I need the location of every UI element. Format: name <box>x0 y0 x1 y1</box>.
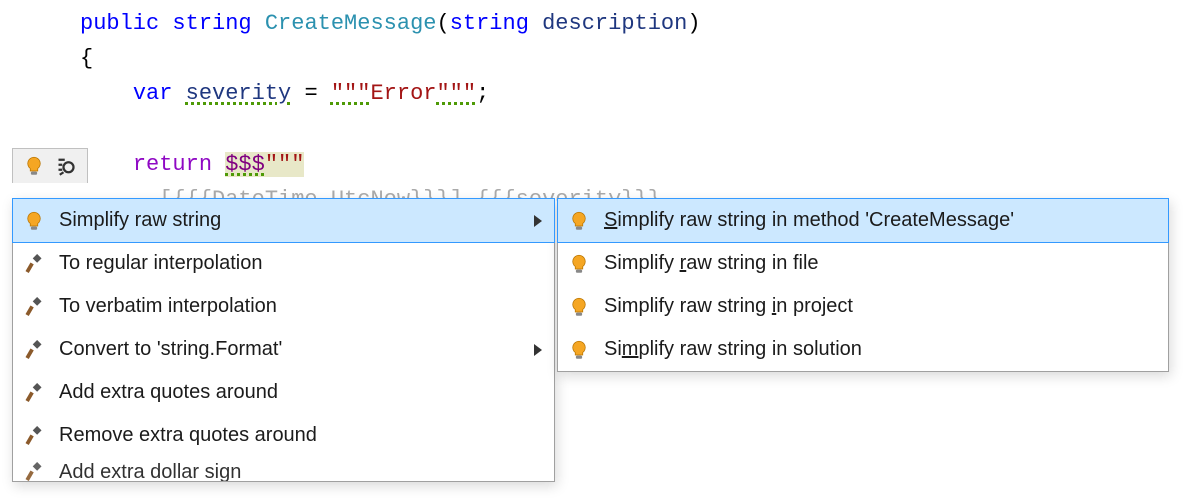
submenu-item-3[interactable]: Simplify raw string in solution <box>558 328 1168 371</box>
keyword-return: return <box>133 152 212 177</box>
bulb-icon <box>568 210 590 232</box>
raw-string-open: """ <box>265 152 305 177</box>
var-severity: severity <box>186 81 292 106</box>
paren-open: ( <box>436 11 449 36</box>
brace-open: { <box>80 46 93 71</box>
inspect-icon <box>55 155 77 177</box>
quickfix-indicator-tab[interactable] <box>12 148 88 183</box>
code-editor[interactable]: public string CreateMessage(string descr… <box>0 0 1200 217</box>
menu-item-label: Simplify raw string <box>59 209 221 232</box>
lightbulb-icon <box>23 155 45 177</box>
hammer-icon <box>23 253 45 275</box>
menu-item-remove-extra-quotes-around[interactable]: Remove extra quotes around <box>13 414 554 457</box>
menu-item-to-regular-interpolation[interactable]: To regular interpolation <box>13 242 554 285</box>
menu-item-label: Remove extra quotes around <box>59 424 317 447</box>
semicolon: ; <box>476 81 489 106</box>
string-close-quotes: """ <box>436 81 476 106</box>
hammer-icon <box>23 382 45 404</box>
interpolation-dollars: $$$ <box>225 152 265 177</box>
menu-item-convert-to-string-format[interactable]: Convert to 'string.Format' <box>13 328 554 371</box>
menu-item-label: Add extra quotes around <box>59 381 278 404</box>
bulb-icon <box>568 339 590 361</box>
method-name: CreateMessage <box>265 11 437 36</box>
submenu-item-label: Simplify raw string in method 'CreateMes… <box>604 209 1014 232</box>
bulb-icon <box>23 210 45 232</box>
submenu-item-label: Simplify raw string in file <box>604 252 819 275</box>
menu-item-label: Add extra dollar sign <box>59 461 241 482</box>
param-type: string <box>450 11 529 36</box>
submenu-item-1[interactable]: Simplify raw string in file <box>558 242 1168 285</box>
menu-item-label: To regular interpolation <box>59 252 262 275</box>
submenu-arrow-icon <box>534 215 542 227</box>
equals: = <box>291 81 331 106</box>
submenu-arrow-icon <box>534 344 542 356</box>
string-body: Error <box>370 81 436 106</box>
quickfix-submenu: Simplify raw string in method 'CreateMes… <box>557 198 1169 372</box>
submenu-item-0[interactable]: Simplify raw string in method 'CreateMes… <box>557 198 1169 243</box>
submenu-item-label: Simplify raw string in solution <box>604 338 862 361</box>
keyword-public: public <box>80 11 159 36</box>
string-open-quotes: """ <box>331 81 371 106</box>
menu-item-to-verbatim-interpolation[interactable]: To verbatim interpolation <box>13 285 554 328</box>
bulb-icon <box>568 253 590 275</box>
param-name: description <box>542 11 687 36</box>
paren-close: ) <box>687 11 700 36</box>
hammer-icon <box>23 425 45 447</box>
bulb-icon <box>568 296 590 318</box>
hammer-icon <box>23 461 45 481</box>
hammer-icon <box>23 339 45 361</box>
quickfix-menu: Simplify raw string To regular interpolat… <box>12 198 555 482</box>
menu-item-add-extra-dollar-sign[interactable]: Add extra dollar sign <box>13 457 554 481</box>
menu-item-label: To verbatim interpolation <box>59 295 277 318</box>
menu-item-simplify-raw-string[interactable]: Simplify raw string <box>12 198 555 243</box>
submenu-item-2[interactable]: Simplify raw string in project <box>558 285 1168 328</box>
keyword-string: string <box>172 11 251 36</box>
keyword-var: var <box>133 81 173 106</box>
menu-item-add-extra-quotes-around[interactable]: Add extra quotes around <box>13 371 554 414</box>
menu-item-label: Convert to 'string.Format' <box>59 338 282 361</box>
submenu-item-label: Simplify raw string in project <box>604 295 853 318</box>
hammer-icon <box>23 296 45 318</box>
